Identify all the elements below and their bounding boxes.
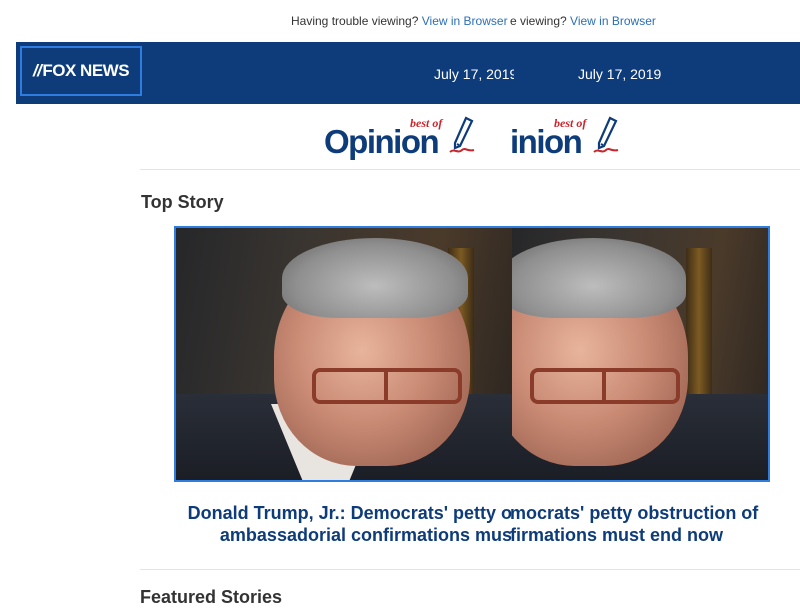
top-story-title: Top Story <box>141 192 224 212</box>
trouble-viewing-line: Having trouble viewing? View in Browser <box>291 12 513 30</box>
view-in-browser-link[interactable]: View in Browser <box>422 14 508 28</box>
top-story-headline-link-dup[interactable]: mocrats' petty obstruction of firmations… <box>510 502 772 546</box>
headline-line2-dup: firmations must end now <box>510 525 724 545</box>
view-in-browser-link-dup[interactable]: View in Browser <box>570 14 656 28</box>
best-of-label-dup: best of <box>554 116 587 130</box>
trouble-viewing-line-dup: e viewing? View in Browser <box>510 12 660 30</box>
top-story-photo-dup <box>512 228 768 480</box>
divider-top <box>140 169 800 170</box>
top-story-headline-link[interactable]: Donald Trump, Jr.: Democrats' petty o am… <box>174 502 512 546</box>
best-of-opinion-masthead-dup[interactable]: inion best of <box>510 116 630 166</box>
fox-news-logo-link[interactable]: //FOX NEWS <box>20 46 142 96</box>
best-of-opinion-masthead[interactable]: Opinion best of <box>324 116 484 166</box>
top-story-image-link[interactable] <box>174 226 770 482</box>
trouble-text: Having trouble viewing? <box>291 14 419 28</box>
top-story-photo <box>176 228 514 480</box>
pen-icon-dup <box>593 116 619 153</box>
divider-bottom <box>140 569 800 570</box>
header-date-dup: July 17, 2019 <box>578 66 662 82</box>
fox-news-logo: //FOX NEWS <box>32 61 130 80</box>
best-of-label: best of <box>410 116 443 130</box>
headline-line1-dup: mocrats' petty obstruction of <box>510 503 759 523</box>
featured-stories-title: Featured Stories <box>140 587 283 607</box>
headline-line1: Donald Trump, Jr.: Democrats' petty o <box>187 503 512 523</box>
headline-line2: ambassadorial confirmations mus <box>219 525 512 545</box>
pen-icon <box>449 116 475 153</box>
header-date: July 17, 2019 <box>434 66 514 82</box>
email-header: //FOX NEWS July 17, 2019 July 17, 2019 <box>16 42 800 104</box>
trouble-text-dup: e viewing? <box>510 14 567 28</box>
